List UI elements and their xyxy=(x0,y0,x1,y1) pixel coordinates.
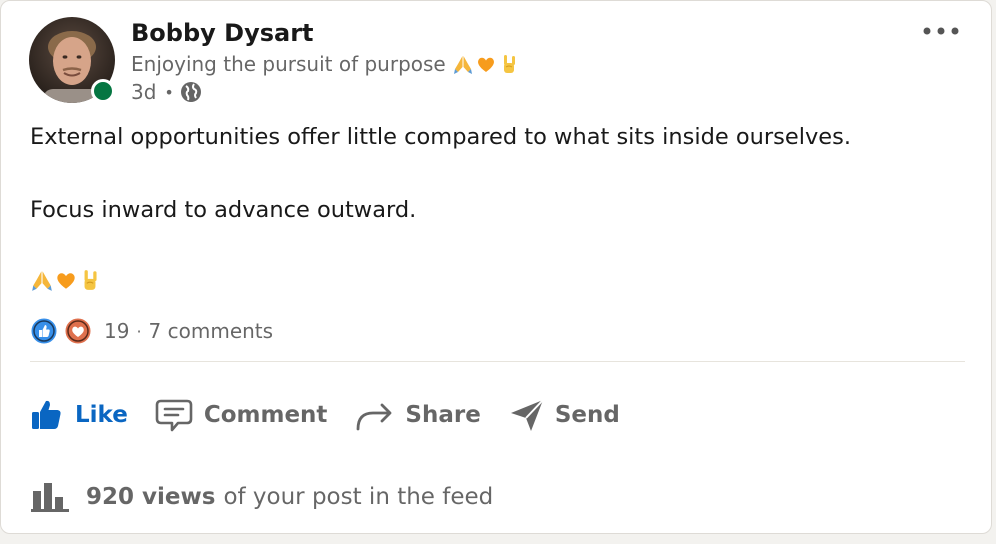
social-counts: 19 · 7 comments xyxy=(30,317,273,345)
sign-of-horns-icon xyxy=(503,55,515,73)
author-headline-text: Enjoying the pursuit of purpose xyxy=(131,52,446,76)
author-name[interactable]: Bobby Dysart xyxy=(131,19,314,47)
post-analytics[interactable]: 920 views of your post in the feed xyxy=(30,481,493,513)
comment-label: Comment xyxy=(203,402,328,428)
ellipsis-icon xyxy=(923,27,959,35)
online-status-indicator xyxy=(91,79,115,103)
meta-separator: • xyxy=(164,82,174,102)
post-emojis xyxy=(30,268,102,292)
send-label: Send xyxy=(554,402,620,428)
send-paper-plane-icon xyxy=(510,399,544,431)
comment-button[interactable]: Comment xyxy=(154,397,328,433)
send-button[interactable]: Send xyxy=(509,397,620,433)
more-options-button[interactable] xyxy=(921,19,961,43)
post-meta: 3d • xyxy=(131,80,202,104)
divider xyxy=(30,361,965,362)
orange-heart-icon xyxy=(477,57,494,72)
views-count: 920 views xyxy=(86,484,216,510)
share-arrow-icon xyxy=(357,403,392,431)
like-reaction-icon xyxy=(30,317,58,345)
like-button[interactable]: Like xyxy=(29,397,128,433)
love-reaction-icon xyxy=(64,317,92,345)
bar-chart-icon xyxy=(31,483,69,512)
reaction-icons[interactable] xyxy=(30,317,92,345)
comment-icon xyxy=(155,399,193,432)
folded-hands-icon xyxy=(453,56,472,74)
comments-count[interactable]: 7 comments xyxy=(149,319,274,343)
share-button[interactable]: Share xyxy=(355,397,481,433)
reaction-count[interactable]: 19 xyxy=(104,319,129,343)
social-separator: · xyxy=(136,321,142,341)
author-headline: Enjoying the pursuit of purpose xyxy=(131,52,521,76)
like-label: Like xyxy=(75,402,128,428)
sign-of-horns-icon xyxy=(84,270,97,290)
post-action-bar: Like Comment Share Send xyxy=(29,389,620,441)
orange-heart-icon xyxy=(57,273,75,289)
post-text-line-1: External opportunities offer little comp… xyxy=(30,124,852,150)
globe-icon xyxy=(180,82,201,102)
feed-post-card: Bobby Dysart Enjoying the pursuit of pur… xyxy=(0,0,992,534)
folded-hands-icon xyxy=(32,271,52,291)
headline-emojis xyxy=(452,53,521,75)
views-suffix: of your post in the feed xyxy=(223,484,494,510)
share-label: Share xyxy=(405,402,481,428)
post-time[interactable]: 3d xyxy=(131,80,156,104)
post-text-line-2: Focus inward to advance outward. xyxy=(30,197,417,223)
thumbs-up-icon xyxy=(32,400,61,429)
